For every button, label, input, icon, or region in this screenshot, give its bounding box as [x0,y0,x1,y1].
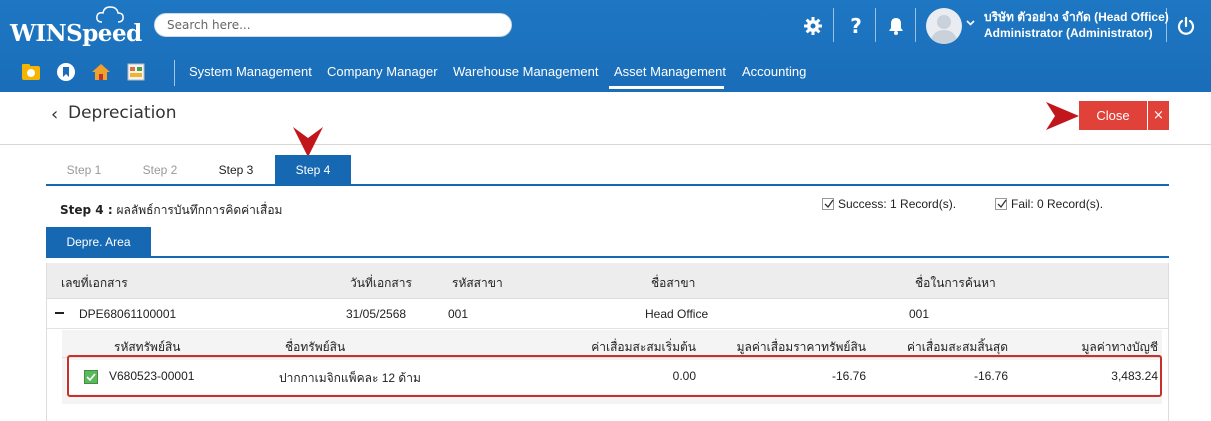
collapse-icon[interactable] [55,312,64,314]
pointer-arrow-icon [1046,102,1079,130]
search-name: 001 [909,307,930,321]
cloud-icon [96,6,124,23]
column-header[interactable]: เลขที่เอกสาร [61,274,128,293]
step-description: Step 4 : ผลลัพธ์การบันทึกการคิดค่าเสื่อม [60,201,282,220]
column-header[interactable]: วันที่เอกสาร [350,274,412,293]
page-title: Depreciation [68,103,177,123]
sub-grid-header: รหัสทรัพย์สิน ชื่อทรัพย์สิน ค่าเสื่อมสะส… [62,330,1162,358]
tab-step-3[interactable]: Step 3 [208,155,264,185]
avatar[interactable] [926,8,962,44]
step-prefix: Step 4 : [60,203,113,217]
user-info: บริษัท ตัวอย่าง จำกัด (Head Office) Admi… [984,9,1169,41]
search-box[interactable] [154,13,512,37]
steps-underline [46,184,1169,186]
home-icon[interactable] [91,62,111,82]
tab-depre-area[interactable]: Depre. Area [46,227,151,257]
tab-step-2[interactable]: Step 2 [132,155,188,185]
tab-step-1[interactable]: Step 1 [56,155,112,185]
nav-item-system-management[interactable]: System Management [189,64,312,79]
fail-checkbox[interactable] [995,198,1007,210]
close-icon[interactable]: × [1148,101,1169,130]
column-header[interactable]: ชื่อสาขา [651,274,695,293]
chevron-down-icon[interactable] [966,20,975,26]
doc-date: 31/05/2568 [346,307,407,321]
folder-icon[interactable] [21,62,41,82]
step-desc: ผลลัพธ์การบันทึกการคิดค่าเสื่อม [116,203,283,217]
grid-header: เลขที่เอกสาร วันที่เอกสาร รหัสสาขา ชื่อส… [47,263,1168,299]
company-name: บริษัท ตัวอย่าง จำกัด (Head Office) [984,10,1169,24]
branch-code: 001 [448,307,469,321]
bell-icon[interactable] [876,10,916,42]
nav-item-warehouse-management[interactable]: Warehouse Management [453,64,599,79]
area-underline [46,256,1169,258]
nav-item-company-manager[interactable]: Company Manager [327,64,438,79]
header-divider [833,8,834,42]
nav-item-accounting[interactable]: Accounting [742,64,806,79]
close-button[interactable]: Close [1079,101,1147,130]
header-divider [915,8,916,42]
branch-name: Head Office [645,307,709,321]
depreciation-grid: เลขที่เอกสาร วันที่เอกสาร รหัสสาขา ชื่อส… [46,263,1169,421]
dashboard-icon[interactable] [126,62,146,82]
pointer-arrow-icon [293,127,323,157]
highlight-box [67,355,1162,397]
nav-item-asset-management[interactable]: Asset Management [614,64,726,79]
table-row[interactable]: DPE68061100001 31/05/2568 001 Head Offic… [47,299,1168,329]
gear-icon[interactable] [793,10,833,42]
doc-no: DPE68061100001 [79,307,177,321]
fail-count: Fail: 0 Record(s). [1011,197,1104,211]
success-count: Success: 1 Record(s). [838,197,957,211]
column-header[interactable]: ชื่อในการค้นหา [915,274,996,293]
back-chevron-icon[interactable]: ‹ [51,104,58,125]
help-icon[interactable]: ? [836,10,876,42]
column-header[interactable]: รหัสสาขา [452,274,503,293]
nav-active-indicator [609,86,724,89]
tab-step-4[interactable]: Step 4 [275,155,351,185]
nav-divider [174,60,175,86]
success-checkbox[interactable] [822,198,834,210]
title-divider [0,144,1211,145]
user-name: Administrator (Administrator) [984,26,1153,40]
power-icon[interactable] [1166,10,1206,42]
app-logo[interactable]: WINSpeed [10,6,142,50]
top-header: WINSpeed ? [0,0,1211,92]
bookmark-icon[interactable] [56,62,76,82]
search-input[interactable] [155,14,511,36]
